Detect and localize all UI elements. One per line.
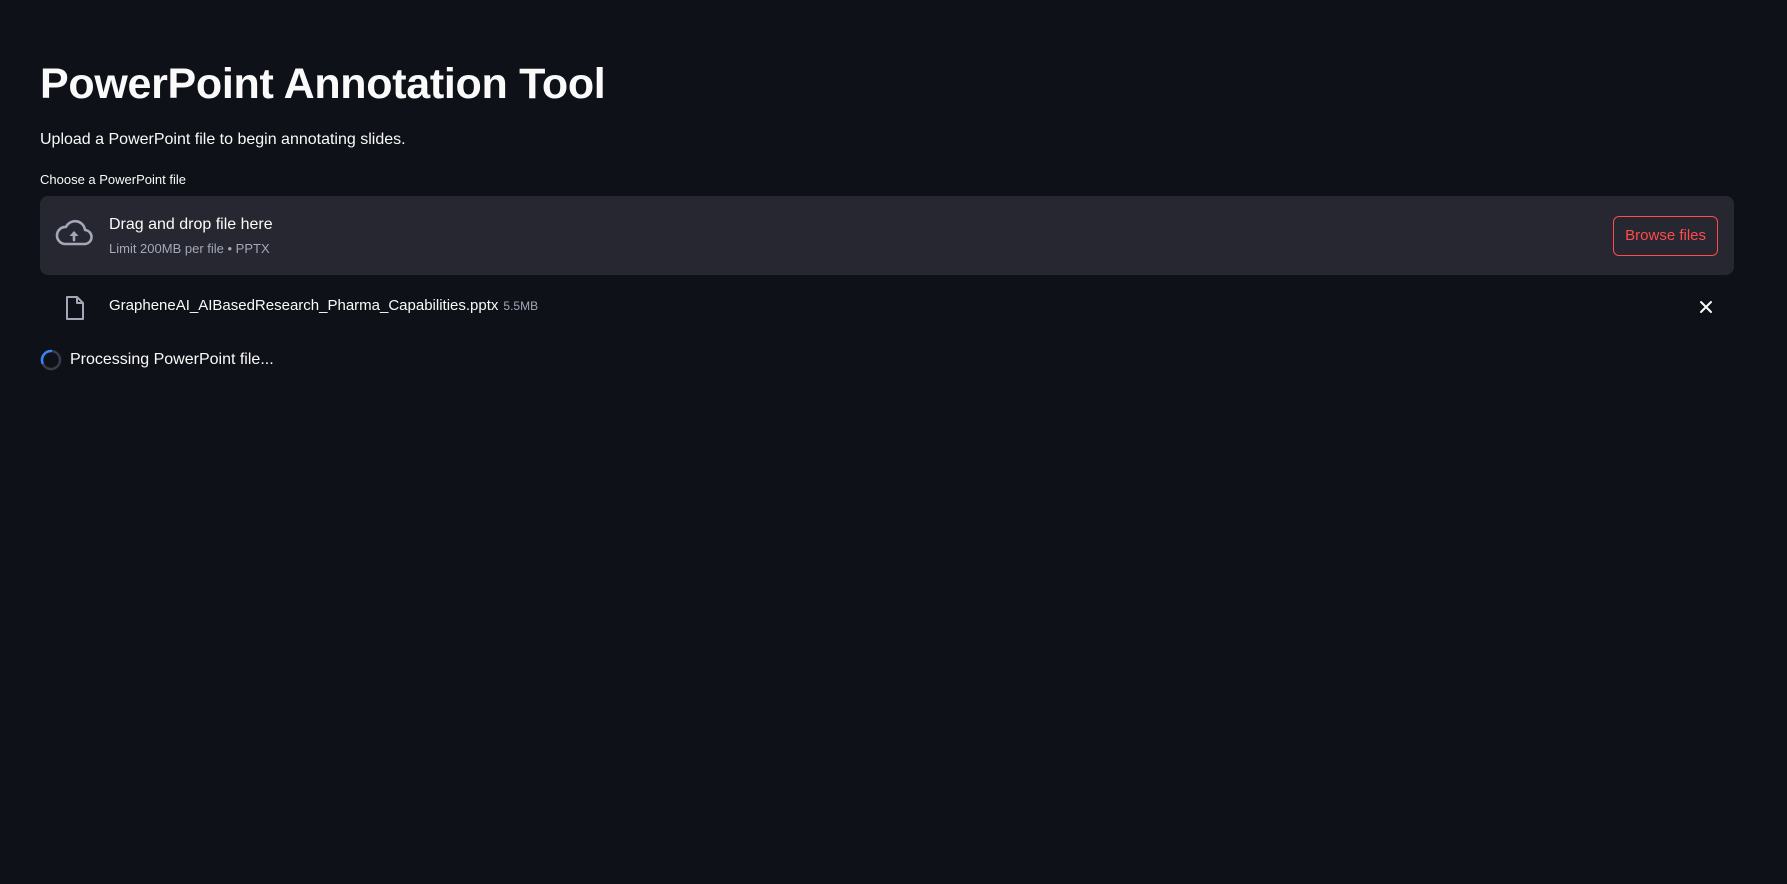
uploaded-file-row: GrapheneAI_AIBasedResearch_Pharma_Capabi… [40,290,1734,324]
file-size: 5.5MB [503,299,539,313]
intro-text: Upload a PowerPoint file to begin annota… [40,131,406,148]
file-icon [66,296,84,320]
app-root: PowerPoint Annotation Tool Upload a Powe… [0,0,1787,884]
dropzone-limit: Limit 200MB per file • PPTX [109,241,270,256]
browse-files-button[interactable]: Browse files [1613,216,1718,256]
cloud-upload-icon [55,219,93,246]
file-name-line: GrapheneAI_AIBasedResearch_Pharma_Capabi… [109,296,538,316]
close-icon [1700,301,1712,313]
uploader-label: Choose a PowerPoint file [40,172,186,187]
status-text: Processing PowerPoint file... [70,351,274,368]
file-name: GrapheneAI_AIBasedResearch_Pharma_Capabi… [109,297,499,314]
file-dropzone[interactable]: Drag and drop file here Limit 200MB per … [40,196,1734,275]
page-title: PowerPoint Annotation Tool [40,60,606,108]
spinner-icon [40,349,62,371]
dropzone-title: Drag and drop file here [109,216,273,233]
remove-file-button[interactable] [1694,295,1718,319]
